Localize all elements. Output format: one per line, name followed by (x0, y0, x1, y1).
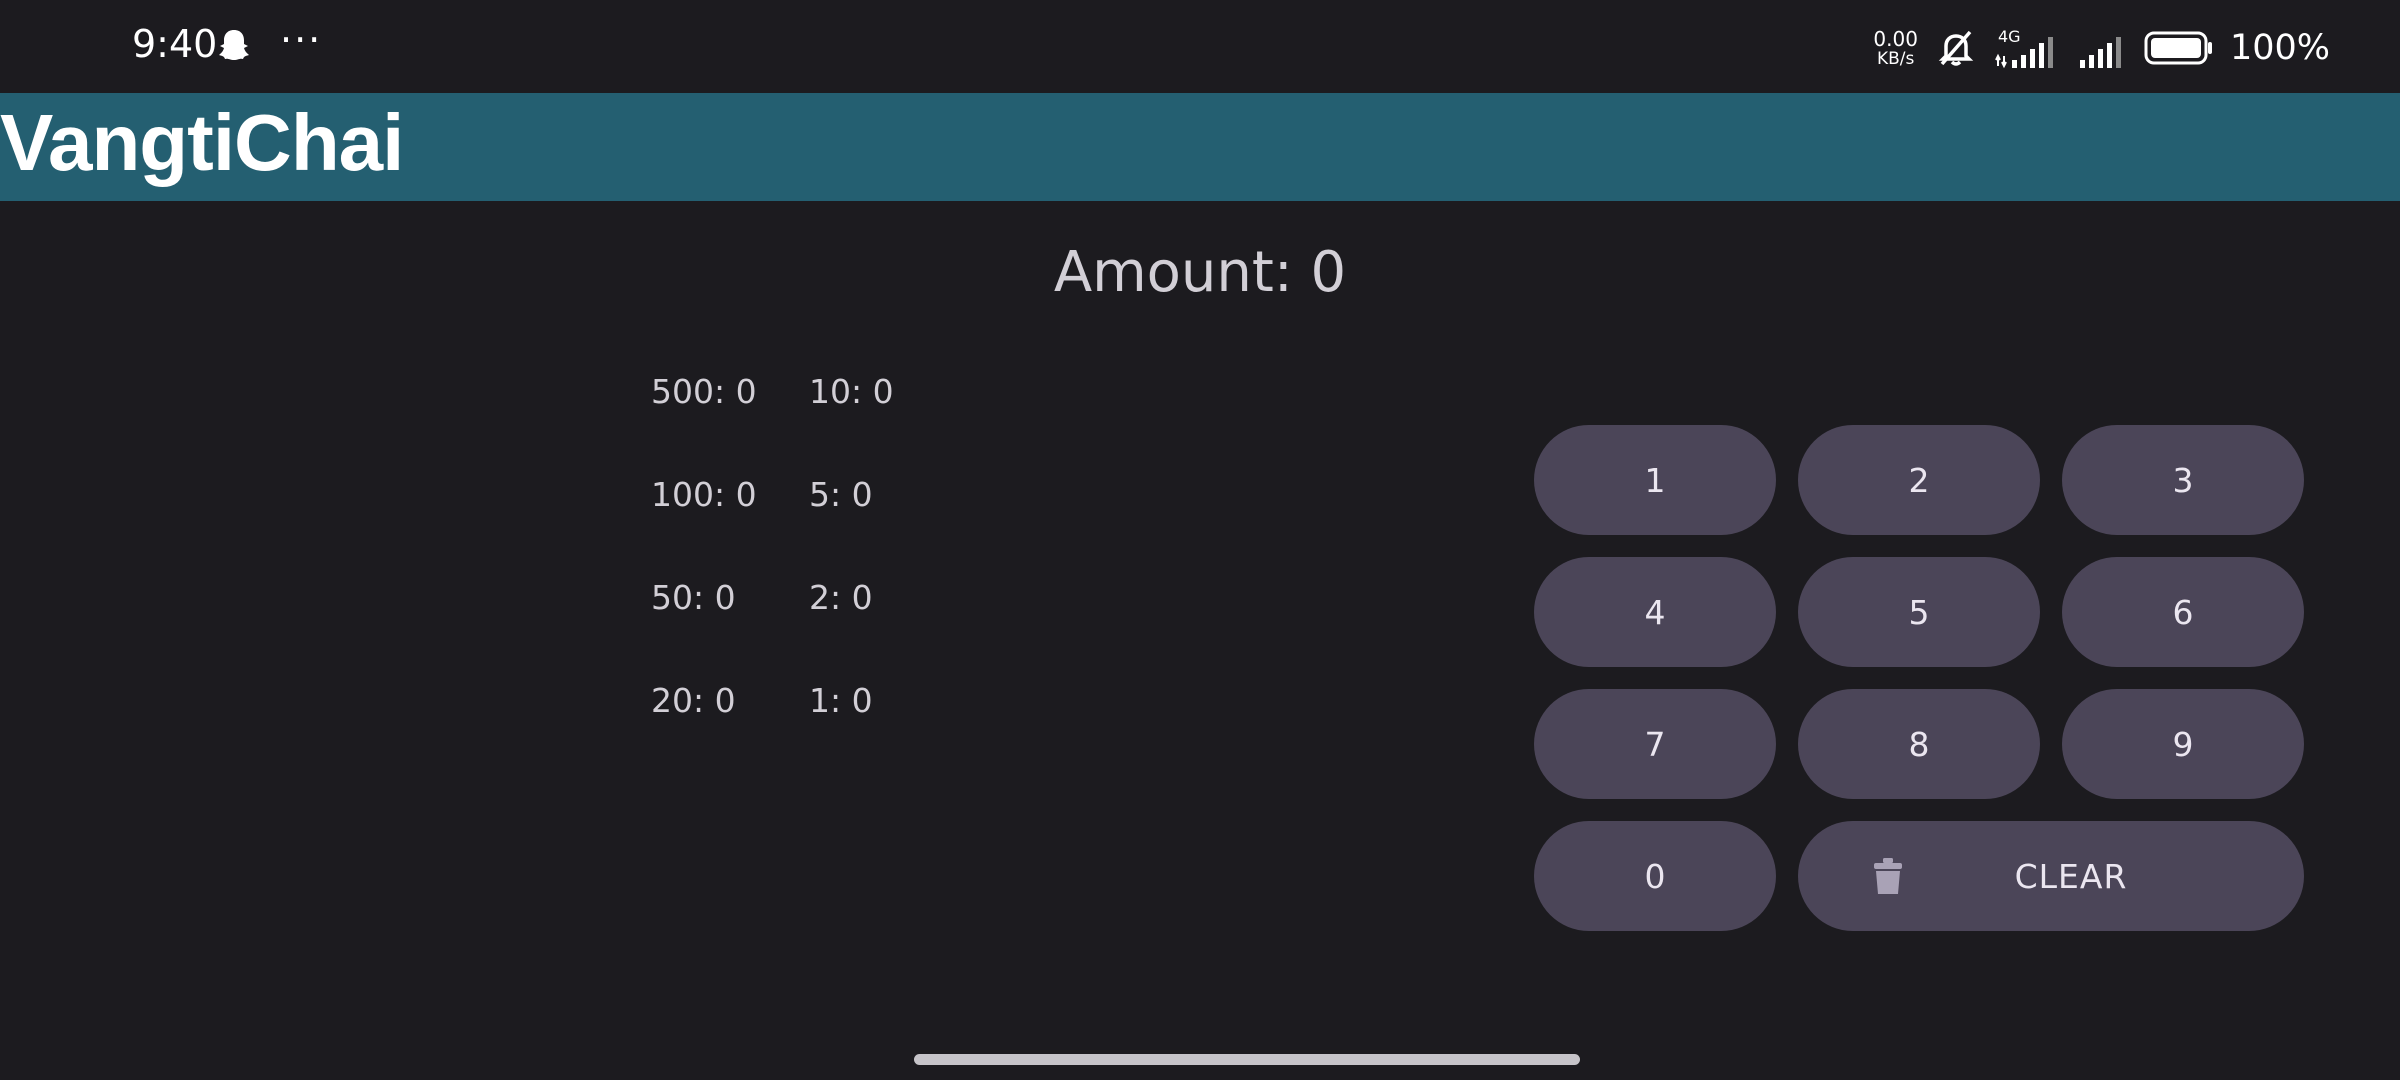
key-1-button[interactable]: 1 (1534, 425, 1776, 535)
network-type: 4G (1998, 27, 2021, 46)
mute-icon (1934, 26, 1978, 70)
note-count-500: 500: 0 (651, 372, 757, 411)
battery-icon (2144, 30, 2214, 66)
signal-icon: 4G (1994, 26, 2062, 70)
app-bar: VangtiChai (0, 93, 2400, 201)
status-bar: 9:40 ··· 0.00 KB/s 4G 100% (0, 0, 2400, 93)
clear-label: CLEAR (2014, 856, 2128, 896)
network-speed-value: 0.00 (1873, 26, 1918, 51)
key-7-button[interactable]: 7 (1534, 689, 1776, 799)
note-count-2: 2: 0 (809, 578, 873, 617)
note-count-10: 10: 0 (809, 372, 894, 411)
battery-percent: 100% (2229, 28, 2330, 68)
status-time: 9:40 (132, 22, 218, 66)
key-4-button[interactable]: 4 (1534, 557, 1776, 667)
note-count-20: 20: 0 (651, 681, 736, 720)
note-count-50: 50: 0 (651, 578, 736, 617)
key-2-button[interactable]: 2 (1798, 425, 2040, 535)
key-6-button[interactable]: 6 (2062, 557, 2304, 667)
gesture-navigation-bar[interactable] (914, 1054, 1580, 1065)
amount-display: Amount: 0 (1053, 240, 1347, 305)
note-count-5: 5: 0 (809, 475, 873, 514)
status-icons: 0.00 KB/s 4G 100% (1873, 24, 2330, 72)
key-3-button[interactable]: 3 (2062, 425, 2304, 535)
clear-button[interactable]: CLEAR (1798, 821, 2304, 931)
key-8-button[interactable]: 8 (1798, 689, 2040, 799)
network-speed: 0.00 KB/s (1873, 29, 1918, 68)
app-title: VangtiChai (0, 98, 404, 187)
more-icon: ··· (280, 18, 323, 62)
signal-icon-2 (2078, 26, 2128, 70)
network-speed-unit: KB/s (1876, 48, 1915, 69)
key-5-button[interactable]: 5 (1798, 557, 2040, 667)
key-0-button[interactable]: 0 (1534, 821, 1776, 931)
snapchat-ghost-icon (218, 28, 250, 62)
note-count-1: 1: 0 (809, 681, 873, 720)
key-9-button[interactable]: 9 (2062, 689, 2304, 799)
note-count-100: 100: 0 (651, 475, 757, 514)
